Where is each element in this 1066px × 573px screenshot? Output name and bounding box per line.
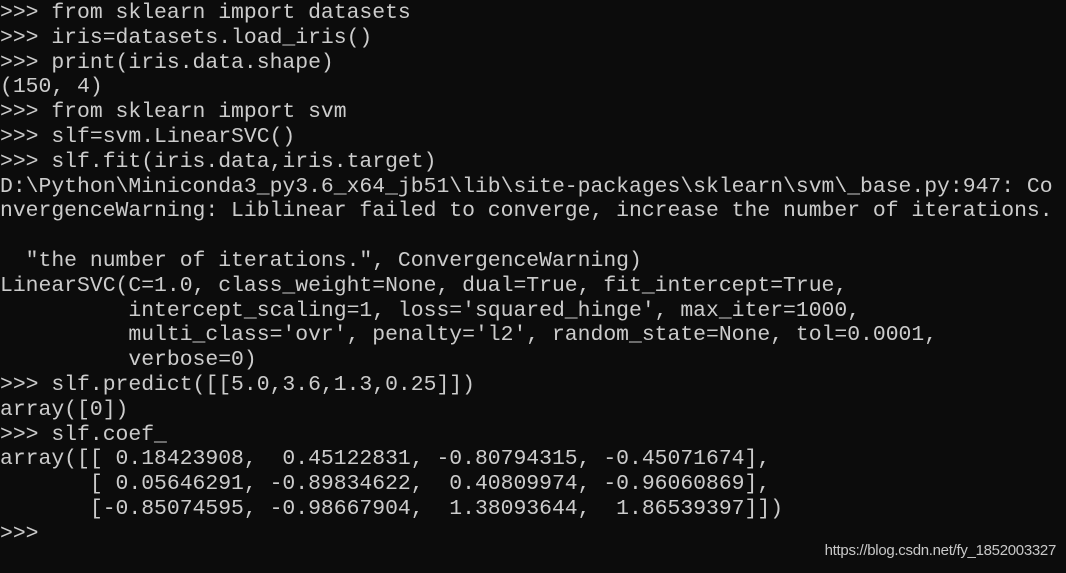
console-line: >>> iris=datasets.load_iris() bbox=[0, 25, 373, 50]
console-output[interactable]: >>> from sklearn import datasets >>> iris… bbox=[0, 1, 1066, 547]
console-line: (150, 4) bbox=[0, 75, 103, 100]
console-line: intercept_scaling=1, loss='squared_hinge… bbox=[0, 298, 861, 323]
console-line: [ 0.05646291, -0.89834622, 0.40809974, -… bbox=[0, 472, 771, 497]
console-line: D:\Python\Miniconda3_py3.6_x64_jb51\lib\… bbox=[0, 174, 1053, 199]
watermark: https://blog.csdn.net/fy_1852003327 bbox=[824, 542, 1057, 559]
console-line: [-0.85074595, -0.98667904, 1.38093644, 1… bbox=[0, 496, 784, 521]
console-line: >>> from sklearn import svm bbox=[0, 100, 347, 125]
console-line: array([[ 0.18423908, 0.45122831, -0.8079… bbox=[0, 447, 771, 472]
console-line: array([0]) bbox=[0, 397, 129, 422]
console-line: >>> slf.fit(iris.data,iris.target) bbox=[0, 149, 437, 174]
console-line: >>> from sklearn import datasets bbox=[0, 1, 411, 25]
console-line: nvergenceWarning: Liblinear failed to co… bbox=[0, 199, 1053, 224]
console-line: LinearSVC(C=1.0, class_weight=None, dual… bbox=[0, 273, 848, 298]
console-line: >>> slf.predict([[5.0,3.6,1.3,0.25]]) bbox=[0, 372, 475, 397]
console-line: multi_class='ovr', penalty='l2', random_… bbox=[0, 323, 938, 348]
console-line: "the number of iterations.", Convergence… bbox=[0, 248, 642, 273]
console-line: >>> slf=svm.LinearSVC() bbox=[0, 124, 296, 149]
console-line: >>> print(iris.data.shape) bbox=[0, 50, 334, 75]
console-line: >>> slf.coef_ bbox=[0, 422, 167, 447]
console-line: verbose=0) bbox=[0, 348, 257, 373]
